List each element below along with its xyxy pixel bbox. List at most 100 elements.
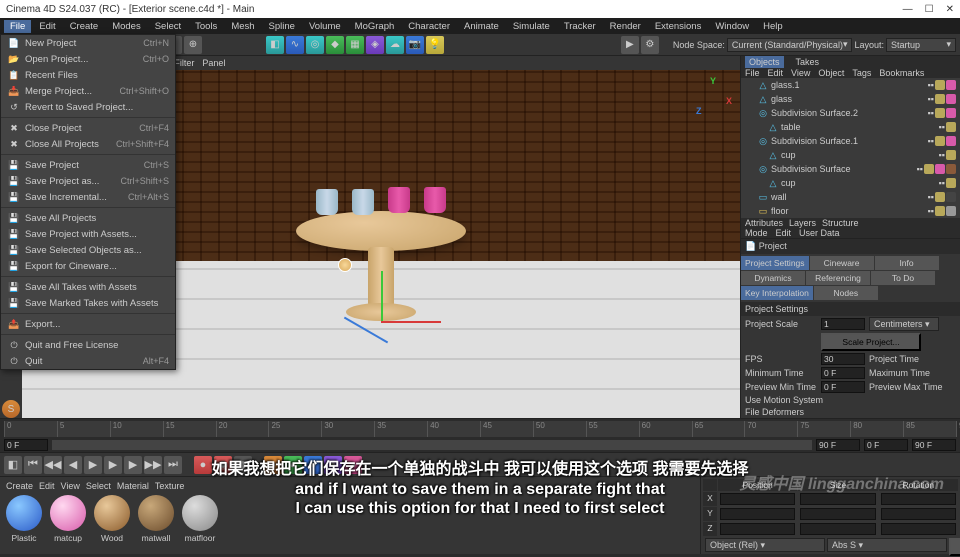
timeline-start-field[interactable] xyxy=(4,439,48,451)
coord-Z-2[interactable] xyxy=(881,523,956,535)
menu-character[interactable]: Character xyxy=(402,20,456,33)
mat-menu-material[interactable]: Material xyxy=(117,481,149,491)
play-icon[interactable]: ▶ xyxy=(104,456,122,474)
object-row[interactable]: ▭wall▪▪ xyxy=(741,190,960,204)
material-matwall[interactable]: matwall xyxy=(136,495,176,543)
tab-takes[interactable]: Takes xyxy=(792,56,824,68)
cube-primitive-icon[interactable]: ◧ xyxy=(266,36,284,54)
viewport-menu-filter[interactable]: Filter xyxy=(174,58,194,68)
mat-menu-texture[interactable]: Texture xyxy=(155,481,185,491)
file-menu-export-for-cineware-[interactable]: 💾Export for Cineware... xyxy=(1,258,175,274)
file-menu-save-project-as-[interactable]: 💾Save Project as...Ctrl+Shift+S xyxy=(1,173,175,189)
menu-help[interactable]: Help xyxy=(757,20,789,33)
object-row[interactable]: ◎Subdivision Surface.1▪▪ xyxy=(741,134,960,148)
material-plastic[interactable]: Plastic xyxy=(4,495,44,543)
coord-Z-0[interactable] xyxy=(720,523,795,535)
environment-icon[interactable]: ☁ xyxy=(386,36,404,54)
tab-objects[interactable]: Objects xyxy=(745,56,784,68)
timeline-slider-track[interactable] xyxy=(52,440,812,450)
file-menu-close-project[interactable]: ✖Close ProjectCtrl+F4 xyxy=(1,120,175,136)
menu-create[interactable]: Create xyxy=(64,20,105,33)
material-wood[interactable]: Wood xyxy=(92,495,132,543)
file-menu-revert-to-saved-project-[interactable]: ↺Revert to Saved Project... xyxy=(1,99,175,115)
camera-icon[interactable]: 📷 xyxy=(406,36,424,54)
mat-menu-view[interactable]: View xyxy=(61,481,80,491)
menu-spline[interactable]: Spline xyxy=(263,20,301,33)
render-settings-icon[interactable]: ⚙ xyxy=(641,36,659,54)
attr-btn-referencing[interactable]: Referencing xyxy=(806,271,870,285)
menu-edit[interactable]: Edit xyxy=(33,20,61,33)
attr-tab-attributes[interactable]: Attributes xyxy=(745,218,783,228)
timeline-end-field[interactable] xyxy=(816,439,860,451)
menu-tools[interactable]: Tools xyxy=(189,20,223,33)
mat-menu-select[interactable]: Select xyxy=(86,481,111,491)
object-row[interactable]: △glass.1▪▪ xyxy=(741,78,960,92)
attr-menu-mode[interactable]: Mode xyxy=(745,228,768,238)
menu-tracker[interactable]: Tracker xyxy=(558,20,602,33)
key-pos-icon[interactable]: ● xyxy=(264,456,282,474)
prev-frame-icon[interactable]: ◀ xyxy=(64,456,82,474)
obj-menu-edit[interactable]: Edit xyxy=(768,68,784,78)
menu-select[interactable]: Select xyxy=(149,20,187,33)
attr-btn-cineware[interactable]: Cineware xyxy=(810,256,874,270)
obj-menu-object[interactable]: Object xyxy=(818,68,844,78)
timeline-max-field[interactable] xyxy=(912,439,956,451)
spline-icon[interactable]: ∿ xyxy=(286,36,304,54)
object-row[interactable]: △cup▪▪ xyxy=(741,176,960,190)
attr-btn-to-do[interactable]: To Do xyxy=(871,271,935,285)
coord-X-1[interactable] xyxy=(800,493,875,505)
material-matcup[interactable]: matcup xyxy=(48,495,88,543)
attr-tab-structure[interactable]: Structure xyxy=(822,218,859,228)
attr-tab-layers[interactable]: Layers xyxy=(789,218,816,228)
goto-end-icon[interactable]: ⏭ xyxy=(164,456,182,474)
object-row[interactable]: ◎Subdivision Surface▪▪ xyxy=(741,162,960,176)
close-button[interactable]: ✕ xyxy=(946,4,954,15)
object-row[interactable]: △cup▪▪ xyxy=(741,148,960,162)
file-menu-save-project-with-assets-[interactable]: 💾Save Project with Assets... xyxy=(1,226,175,242)
render-view-icon[interactable]: ▶ xyxy=(621,36,639,54)
coord-system-icon[interactable]: ⊕ xyxy=(184,36,202,54)
attr-btn-project-settings[interactable]: Project Settings xyxy=(741,256,809,270)
menu-mesh[interactable]: Mesh xyxy=(225,20,260,33)
attr-menu-user-data[interactable]: User Data xyxy=(799,228,840,238)
key-pla-icon[interactable]: ● xyxy=(344,456,362,474)
object-manager[interactable]: △glass.1▪▪ △glass▪▪ ◎Subdivision Surface… xyxy=(741,78,960,218)
coord-Z-1[interactable] xyxy=(800,523,875,535)
timeline-ruler[interactable]: 051015202530354045505560657075808590 xyxy=(0,418,960,438)
deformer-icon[interactable]: ◈ xyxy=(366,36,384,54)
light-icon[interactable]: 💡 xyxy=(426,36,444,54)
node-space-dropdown[interactable]: Current (Standard/Physical)▾ xyxy=(727,38,853,52)
obj-menu-tags[interactable]: Tags xyxy=(852,68,871,78)
mat-menu-create[interactable]: Create xyxy=(6,481,33,491)
object-row[interactable]: ◎Subdivision Surface.2▪▪ xyxy=(741,106,960,120)
menu-file[interactable]: File xyxy=(4,20,31,33)
marker-icon[interactable]: ◧ xyxy=(4,456,22,474)
prev-key-icon[interactable]: ◀◀ xyxy=(44,456,62,474)
mat-menu-edit[interactable]: Edit xyxy=(39,481,55,491)
keyframe-sel-icon[interactable]: ◆ xyxy=(234,456,252,474)
apply-button[interactable]: Apply xyxy=(949,538,960,556)
symmetry-icon[interactable]: S xyxy=(2,400,20,418)
coord-Y-2[interactable] xyxy=(881,508,956,520)
file-menu-save-all-takes-with-assets[interactable]: 💾Save All Takes with Assets xyxy=(1,279,175,295)
generator-icon[interactable]: ◆ xyxy=(326,36,344,54)
timeline-min-field[interactable] xyxy=(864,439,908,451)
attr-btn-info[interactable]: Info xyxy=(875,256,939,270)
key-rot-icon[interactable]: ● xyxy=(304,456,322,474)
autokey-icon[interactable]: ◉ xyxy=(214,456,232,474)
obj-menu-bookmarks[interactable]: Bookmarks xyxy=(879,68,924,78)
file-menu-new-project[interactable]: 📄New ProjectCtrl+N xyxy=(1,35,175,51)
field-icon[interactable]: ▦ xyxy=(346,36,364,54)
next-frame-icon[interactable]: ▶ xyxy=(124,456,142,474)
next-key-icon[interactable]: ▶▶ xyxy=(144,456,162,474)
viewport-axis-widget[interactable]: Y X Z xyxy=(692,78,732,118)
object-row[interactable]: ▭floor▪▪ xyxy=(741,204,960,218)
menu-window[interactable]: Window xyxy=(709,20,755,33)
minimize-button[interactable]: — xyxy=(903,4,913,15)
file-menu-save-incremental-[interactable]: 💾Save Incremental...Ctrl+Alt+S xyxy=(1,189,175,205)
file-menu-save-marked-takes-with-assets[interactable]: 💾Save Marked Takes with Assets xyxy=(1,295,175,311)
menu-extensions[interactable]: Extensions xyxy=(649,20,707,33)
object-row[interactable]: △glass▪▪ xyxy=(741,92,960,106)
file-menu-quit-and-free-license[interactable]: ⏻Quit and Free License xyxy=(1,337,175,353)
attr-btn-nodes[interactable]: Nodes xyxy=(814,286,878,300)
